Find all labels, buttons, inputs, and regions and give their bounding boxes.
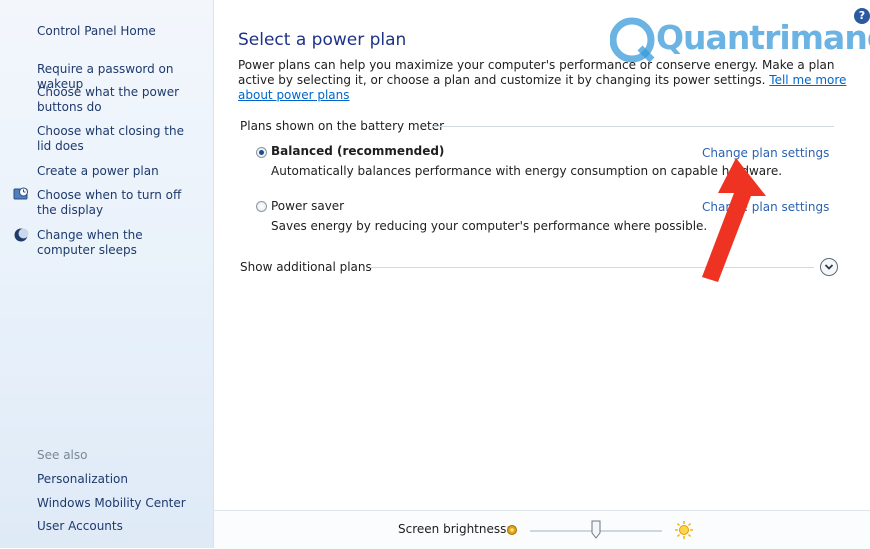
sidebar-link-computer-sleeps[interactable]: Change when the computer sleeps xyxy=(37,228,197,258)
show-additional-plans[interactable]: Show additional plans xyxy=(240,260,372,274)
sidebar: Control Panel Home Require a password on… xyxy=(0,0,214,548)
page-title: Select a power plan xyxy=(238,30,407,50)
sidebar-link-power-buttons[interactable]: Choose what the power buttons do xyxy=(37,85,187,115)
see-also-personalization[interactable]: Personalization xyxy=(37,472,209,487)
control-panel-home-link[interactable]: Control Panel Home xyxy=(37,24,209,39)
group-divider xyxy=(432,126,834,127)
see-also-mobility-center[interactable]: Windows Mobility Center xyxy=(37,496,209,511)
watermark-logo: Quantrimang xyxy=(609,16,870,64)
bright-sun-icon xyxy=(674,520,694,540)
see-also-user-accounts[interactable]: User Accounts xyxy=(37,519,209,534)
power-saver-radio[interactable] xyxy=(256,201,267,212)
chevron-down-icon[interactable] xyxy=(820,258,838,276)
description-text: Power plans can help you maximize your c… xyxy=(238,58,835,87)
brightness-label: Screen brightness: xyxy=(398,522,511,536)
sidebar-link-closing-lid[interactable]: Choose what closing the lid does xyxy=(37,124,197,154)
balanced-plan-name[interactable]: Balanced (recommended) xyxy=(271,144,444,158)
brightness-bar: Screen brightness: xyxy=(214,510,870,549)
brightness-slider-thumb[interactable] xyxy=(591,520,601,539)
sidebar-link-turn-off-display[interactable]: Choose when to turn off the display xyxy=(37,188,197,218)
moon-sleep-icon xyxy=(13,227,29,243)
page-description: Power plans can help you maximize your c… xyxy=(238,58,848,103)
power-saver-plan-name[interactable]: Power saver xyxy=(271,199,344,213)
display-clock-icon xyxy=(13,186,29,202)
watermark-text: Quantrimang xyxy=(656,18,870,57)
red-arrow-annotation xyxy=(702,158,766,282)
power-saver-plan-desc: Saves energy by reducing your computer's… xyxy=(271,219,708,233)
sidebar-link-create-plan[interactable]: Create a power plan xyxy=(37,164,209,179)
dim-sun-icon xyxy=(506,524,518,536)
see-also-heading: See also xyxy=(37,448,88,462)
balanced-radio[interactable] xyxy=(256,147,267,158)
battery-meter-group-label: Plans shown on the battery meter xyxy=(240,119,445,133)
